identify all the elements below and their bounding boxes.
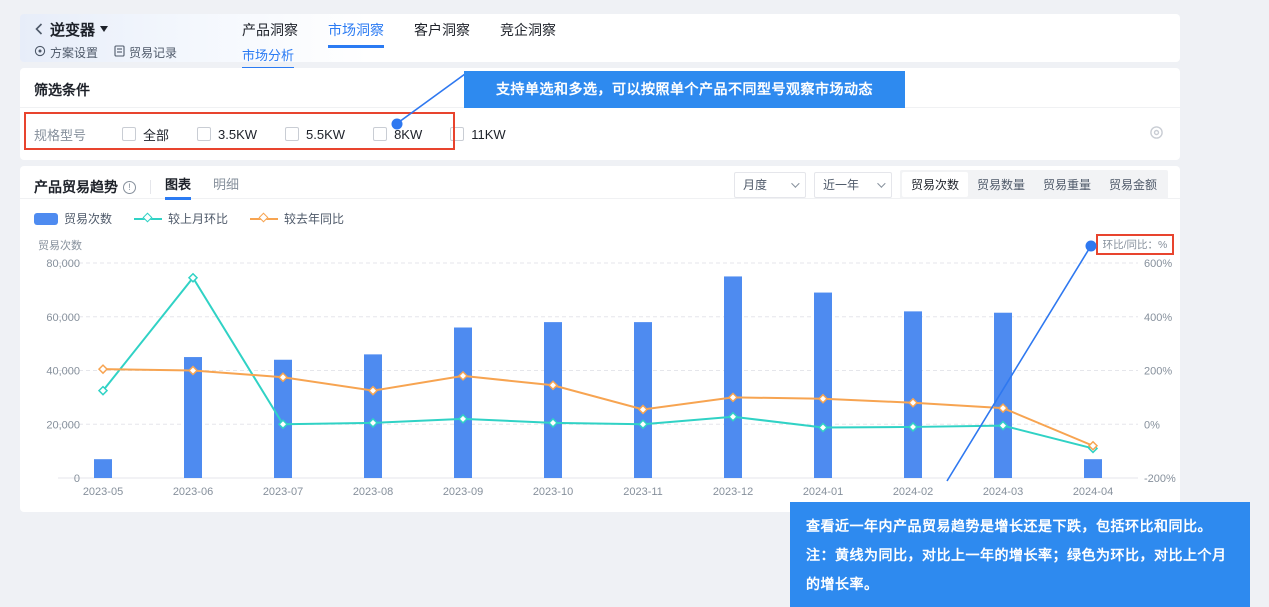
dropdown-caret-icon bbox=[100, 26, 108, 32]
metric-button-贸易金额[interactable]: 贸易金额 bbox=[1100, 172, 1166, 197]
filter-highlight-rect bbox=[24, 112, 455, 150]
svg-text:2023-09: 2023-09 bbox=[443, 486, 483, 498]
legend-line-swatch bbox=[250, 218, 278, 220]
svg-text:2024-04: 2024-04 bbox=[1073, 486, 1113, 498]
legend-bar-swatch bbox=[34, 213, 58, 225]
page: 逆变器 方案设置贸易记录 产品洞察市场洞察客户洞察竞企洞察 市场分析 筛选条件 … bbox=[0, 0, 1269, 607]
svg-text:400%: 400% bbox=[1144, 312, 1172, 324]
product-name[interactable]: 逆变器 bbox=[50, 19, 95, 40]
svg-text:2023-08: 2023-08 bbox=[353, 486, 393, 498]
range-select-value: 近一年 bbox=[823, 176, 859, 193]
bar-2024-01 bbox=[814, 293, 832, 478]
period-select[interactable]: 月度 bbox=[734, 172, 806, 198]
trend-panel: 产品贸易趋势 ! 图表明细 月度 近一年 贸易次数贸易数量贸易重量贸易金额 贸易… bbox=[20, 166, 1180, 512]
header-action-label: 贸易记录 bbox=[129, 44, 177, 61]
svg-text:200%: 200% bbox=[1144, 366, 1172, 378]
bar-2024-04 bbox=[1084, 459, 1102, 478]
right-axis-highlight-rect: 环比/同比：% bbox=[1096, 234, 1174, 255]
svg-text:2023-07: 2023-07 bbox=[263, 486, 303, 498]
metric-button-贸易次数[interactable]: 贸易次数 bbox=[902, 172, 968, 197]
divider bbox=[150, 180, 151, 194]
trend-callout-tooltip: 查看近一年内产品贸易趋势是增长还是下跌，包括环比和同比。注：黄线为同比，对比上一… bbox=[790, 502, 1250, 607]
legend-item-贸易次数[interactable]: 贸易次数 bbox=[34, 210, 112, 227]
bar-2023-08 bbox=[364, 354, 382, 478]
svg-text:20,000: 20,000 bbox=[46, 419, 80, 431]
metric-button-group: 贸易次数贸易数量贸易重量贸易金额 bbox=[900, 170, 1168, 199]
back-icon[interactable] bbox=[34, 22, 44, 36]
tab-市场洞察[interactable]: 市场洞察 bbox=[328, 20, 384, 48]
nav-tabs: 产品洞察 市场洞察 客户洞察 竞企洞察 bbox=[242, 20, 556, 48]
bar-2023-10 bbox=[544, 322, 562, 478]
svg-text:60,000: 60,000 bbox=[46, 312, 80, 324]
filter-collapse-icon[interactable] bbox=[1149, 125, 1164, 145]
checkbox-label: 11KW bbox=[471, 127, 505, 142]
trend-header: 产品贸易趋势 ! 图表明细 月度 近一年 贸易次数贸易数量贸易重量贸易金额 bbox=[20, 166, 1180, 199]
document-icon bbox=[114, 45, 125, 60]
product-switcher[interactable]: 逆变器 bbox=[34, 18, 177, 40]
svg-text:2023-06: 2023-06 bbox=[173, 486, 213, 498]
filter-callout-tooltip: 支持单选和多选，可以按照单个产品不同型号观察市场动态 bbox=[464, 71, 905, 108]
legend-diamond-marker bbox=[143, 213, 153, 223]
bar-2023-09 bbox=[454, 328, 472, 479]
info-icon[interactable]: ! bbox=[123, 181, 136, 194]
view-tab-明细[interactable]: 明细 bbox=[213, 174, 239, 200]
checkbox-11KW[interactable]: 11KW bbox=[450, 127, 505, 142]
svg-text:2023-12: 2023-12 bbox=[713, 486, 753, 498]
svg-text:-200%: -200% bbox=[1144, 473, 1176, 485]
svg-text:2023-05: 2023-05 bbox=[83, 486, 123, 498]
chevron-down-icon bbox=[791, 179, 799, 187]
svg-text:2023-10: 2023-10 bbox=[533, 486, 573, 498]
header-action-贸易记录[interactable]: 贸易记录 bbox=[114, 44, 177, 61]
header-panel: 逆变器 方案设置贸易记录 产品洞察市场洞察客户洞察竞企洞察 市场分析 bbox=[20, 14, 1180, 62]
legend-label: 较上月环比 bbox=[168, 210, 228, 227]
chart-legend: 贸易次数 较上月环比 较去年同比 bbox=[34, 210, 344, 227]
header-action-label: 方案设置 bbox=[50, 44, 98, 61]
svg-text:2024-01: 2024-01 bbox=[803, 486, 843, 498]
bar-2024-02 bbox=[904, 311, 922, 478]
bar-2023-05 bbox=[94, 459, 112, 478]
header-actions: 方案设置 贸易记录 bbox=[34, 44, 177, 61]
svg-text:40,000: 40,000 bbox=[46, 366, 80, 378]
right-axis-title: 环比/同比：% bbox=[1103, 237, 1168, 252]
trade-trend-chart: 贸易次数 0 -200% 20,000 0% 40,000 200% 60,000 400% 80… bbox=[20, 235, 1180, 512]
legend-label: 贸易次数 bbox=[64, 210, 112, 227]
svg-text:2024-02: 2024-02 bbox=[893, 486, 933, 498]
bar-2023-11 bbox=[634, 322, 652, 478]
view-tab-图表[interactable]: 图表 bbox=[165, 174, 191, 200]
trend-title: 产品贸易趋势 bbox=[34, 177, 118, 197]
legend-item-较上月环比[interactable]: 较上月环比 bbox=[134, 210, 228, 227]
svg-text:2023-11: 2023-11 bbox=[623, 486, 663, 498]
bar-2024-03 bbox=[994, 313, 1012, 478]
legend-diamond-marker bbox=[259, 213, 269, 223]
svg-text:0: 0 bbox=[74, 473, 80, 485]
header-action-方案设置[interactable]: 方案设置 bbox=[34, 44, 98, 61]
metric-button-贸易数量[interactable]: 贸易数量 bbox=[968, 172, 1034, 197]
target-icon bbox=[34, 45, 46, 60]
view-tabs: 图表明细 bbox=[165, 174, 239, 200]
tab-竞企洞察[interactable]: 竞企洞察 bbox=[500, 20, 556, 48]
range-select[interactable]: 近一年 bbox=[814, 172, 892, 198]
tab-客户洞察[interactable]: 客户洞察 bbox=[414, 20, 470, 48]
legend-label: 较去年同比 bbox=[284, 210, 344, 227]
metric-button-贸易重量[interactable]: 贸易重量 bbox=[1034, 172, 1100, 197]
svg-text:2024-03: 2024-03 bbox=[983, 486, 1023, 498]
filter-title: 筛选条件 bbox=[34, 80, 90, 100]
legend-line-swatch bbox=[134, 218, 162, 220]
svg-text:600%: 600% bbox=[1144, 258, 1172, 270]
legend-item-较去年同比[interactable]: 较去年同比 bbox=[250, 210, 344, 227]
chevron-down-icon bbox=[877, 179, 885, 187]
svg-text:80,000: 80,000 bbox=[46, 258, 80, 270]
svg-text:0%: 0% bbox=[1144, 419, 1160, 431]
subtab-market-analysis[interactable]: 市场分析 bbox=[242, 45, 294, 70]
tab-产品洞察[interactable]: 产品洞察 bbox=[242, 20, 298, 48]
bar-2023-12 bbox=[724, 276, 742, 478]
period-select-value: 月度 bbox=[743, 176, 767, 193]
svg-text:贸易次数: 贸易次数 bbox=[38, 238, 82, 252]
